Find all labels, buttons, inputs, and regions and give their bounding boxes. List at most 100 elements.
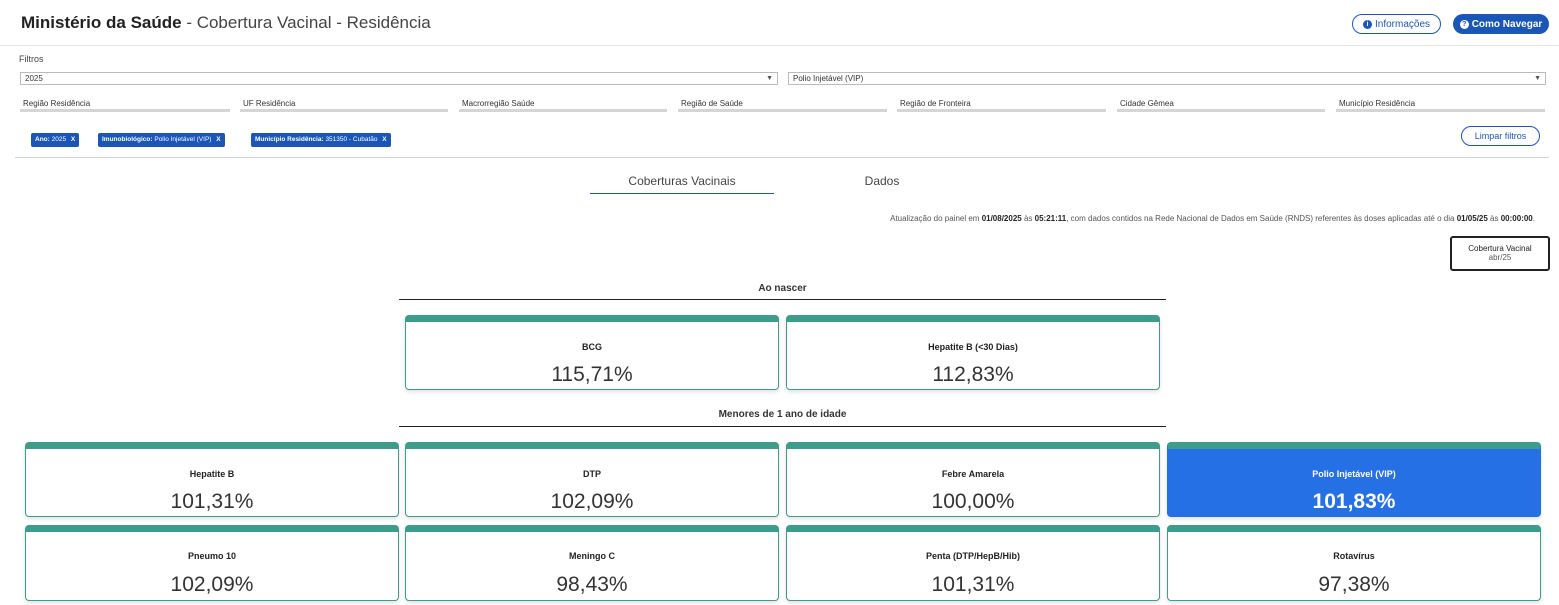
- remove-chip-icon[interactable]: X: [382, 136, 386, 143]
- vaccine-coverage: 101,31%: [931, 573, 1015, 596]
- page-header: Ministério da Saúde - Cobertura Vacinal …: [0, 0, 1559, 46]
- update-time: 05:21:11: [1034, 214, 1067, 223]
- title-ministry: Ministério da Saúde: [21, 13, 182, 32]
- vaccine-card-hepatite-b[interactable]: Hepatite B 101,31%: [25, 442, 399, 517]
- vaccine-card-febre-amarela[interactable]: Febre Amarela 100,00%: [786, 442, 1160, 517]
- vaccine-coverage: 102,09%: [170, 573, 254, 596]
- chevron-down-icon: ▼: [1534, 75, 1541, 82]
- chip-value: Polio Injetável (VIP): [154, 136, 212, 143]
- chip-label: Imunobiológico:: [102, 136, 153, 143]
- vaccine-card-polio-vip-selected[interactable]: Polio Injetável (VIP) 101,83%: [1167, 442, 1541, 517]
- vaccine-name: Febre Amarela: [941, 469, 1005, 479]
- section-title-birth: Ao nascer: [758, 283, 807, 294]
- filter-municipio-residencia[interactable]: Município Residência: [1336, 97, 1545, 112]
- vaccine-name: BCG: [582, 342, 602, 352]
- vaccine-coverage: 98,43%: [556, 573, 628, 596]
- tab-dados[interactable]: Dados: [820, 174, 944, 188]
- clear-filters-button[interactable]: Limpar filtros: [1461, 126, 1540, 146]
- vaccine-name: Hepatite B: [189, 469, 235, 479]
- remove-chip-icon[interactable]: X: [216, 136, 220, 143]
- chip-value: 2025: [51, 136, 67, 143]
- tab-coberturas-vacinais[interactable]: Coberturas Vacinais: [590, 174, 774, 194]
- filter-scroll-indicator: [1117, 109, 1187, 112]
- vaccine-coverage: 112,83%: [932, 363, 1014, 386]
- filter-scroll-indicator: [1336, 109, 1545, 112]
- filter-label: Município Residência: [1339, 99, 1416, 108]
- filter-scroll-indicator: [459, 109, 471, 112]
- vaccine-name: Pneumo 10: [187, 551, 236, 561]
- vaccine-card-hepatite-b-30d[interactable]: Hepatite B (<30 Dias) 112,83%: [786, 315, 1160, 390]
- filter-label: Região Residência: [23, 99, 91, 108]
- vaccine-name: DTP: [583, 469, 601, 479]
- filter-uf-residencia[interactable]: UF Residência: [240, 97, 448, 112]
- year-select[interactable]: 2025 ▼: [20, 72, 778, 85]
- vaccine-card-bcg[interactable]: BCG 115,71%: [405, 315, 779, 390]
- filter-regiao-residencia[interactable]: Região Residência: [20, 97, 230, 112]
- filter-cidade-gemea[interactable]: Cidade Gêmea: [1117, 97, 1325, 112]
- section-divider: [399, 299, 1166, 300]
- nav-button-label: Como Navegar: [1471, 18, 1543, 30]
- year-select-value: 2025: [25, 74, 43, 83]
- vaccine-name: Meningo C: [569, 551, 615, 561]
- filter-scroll-indicator: [897, 109, 1002, 112]
- vaccine-coverage: 100,00%: [931, 490, 1015, 513]
- coverage-period-title: Cobertura Vacinal: [1468, 244, 1532, 253]
- vaccine-coverage: 101,83%: [1312, 490, 1396, 513]
- update-note: Atualização do painel em 01/08/2025 às 0…: [890, 214, 1535, 223]
- filter-label: UF Residência: [243, 99, 296, 108]
- update-date: 01/08/2025: [981, 214, 1022, 223]
- coverage-period-box: Cobertura Vacinal abr/25: [1450, 236, 1550, 271]
- chip-label: Município Residência:: [255, 136, 324, 143]
- remove-chip-icon[interactable]: X: [71, 136, 75, 143]
- data-cutoff-date: 01/05/25: [1456, 214, 1488, 223]
- section-divider: [399, 426, 1166, 427]
- immunobiological-select[interactable]: Polio Injetável (VIP) ▼: [788, 72, 1546, 85]
- chip-imunobiologico: Imunobiológico: Polio Injetável (VIP) X: [98, 133, 225, 147]
- filter-scroll-indicator: [678, 109, 680, 112]
- vaccine-card-penta[interactable]: Penta (DTP/HepB/Hib) 101,31%: [786, 525, 1160, 601]
- chip-value: 351350 - Cubatão: [325, 136, 378, 143]
- info-button-label: Informações: [1374, 18, 1431, 30]
- filter-regiao-saude[interactable]: Região de Saúde: [678, 97, 887, 112]
- vaccine-card-dtp[interactable]: DTP 102,09%: [405, 442, 779, 517]
- vaccine-coverage: 102,09%: [550, 490, 634, 513]
- filter-macrorregiao-saude[interactable]: Macrorregião Saúde: [459, 97, 667, 112]
- coverage-period-value: abr/25: [1488, 253, 1512, 262]
- filter-label: Região de Fronteira: [900, 99, 971, 108]
- update-text: às: [1021, 214, 1035, 223]
- divider: [15, 157, 1549, 158]
- filter-scroll-indicator: [20, 109, 62, 112]
- vaccine-name: Rotavírus: [1333, 551, 1375, 561]
- chevron-down-icon: ▼: [766, 75, 773, 82]
- vaccine-name: Hepatite B (<30 Dias): [928, 342, 1018, 352]
- immunobiological-select-value: Polio Injetável (VIP): [793, 74, 864, 83]
- page-title: Ministério da Saúde - Cobertura Vacinal …: [21, 13, 431, 33]
- how-to-navigate-button[interactable]: ? Como Navegar: [1453, 14, 1549, 34]
- filter-regiao-fronteira[interactable]: Região de Fronteira: [897, 97, 1106, 112]
- title-panel: - Cobertura Vacinal - Residência: [181, 13, 431, 32]
- vaccine-coverage: 101,31%: [170, 490, 254, 513]
- vaccine-card-pneumo-10[interactable]: Pneumo 10 102,09%: [25, 525, 399, 601]
- info-button[interactable]: i Informações: [1352, 14, 1441, 34]
- section-title-under-1: Menores de 1 ano de idade: [718, 409, 847, 420]
- vaccine-card-meningo-c[interactable]: Meningo C 98,43%: [405, 525, 779, 601]
- filters-label: Filtros: [19, 54, 44, 64]
- question-icon: ?: [1459, 19, 1469, 29]
- update-text: , com dados contidos na Rede Nacional de…: [1066, 214, 1457, 223]
- filter-scroll-indicator: [240, 109, 250, 112]
- update-text: .: [1532, 214, 1535, 223]
- filter-label: Macrorregião Saúde: [462, 99, 535, 108]
- chip-ano: Ano: 2025 X: [31, 133, 80, 147]
- info-icon: i: [1362, 19, 1372, 29]
- vaccine-card-rotavirus[interactable]: Rotavírus 97,38%: [1167, 525, 1541, 601]
- filter-label: Cidade Gêmea: [1120, 99, 1174, 108]
- update-text: às: [1487, 214, 1501, 223]
- vaccine-name: Polio Injetável (VIP): [1312, 469, 1396, 479]
- chip-municipio: Município Residência: 351350 - Cubatão X: [251, 133, 391, 147]
- chip-label: Ano:: [35, 136, 50, 143]
- vaccine-coverage: 115,71%: [551, 363, 633, 386]
- filter-label: Região de Saúde: [681, 99, 743, 108]
- update-text: Atualização do painel em: [890, 214, 982, 223]
- data-cutoff-time: 00:00:00: [1500, 214, 1533, 223]
- vaccine-name: Penta (DTP/HepB/Hib): [925, 551, 1020, 561]
